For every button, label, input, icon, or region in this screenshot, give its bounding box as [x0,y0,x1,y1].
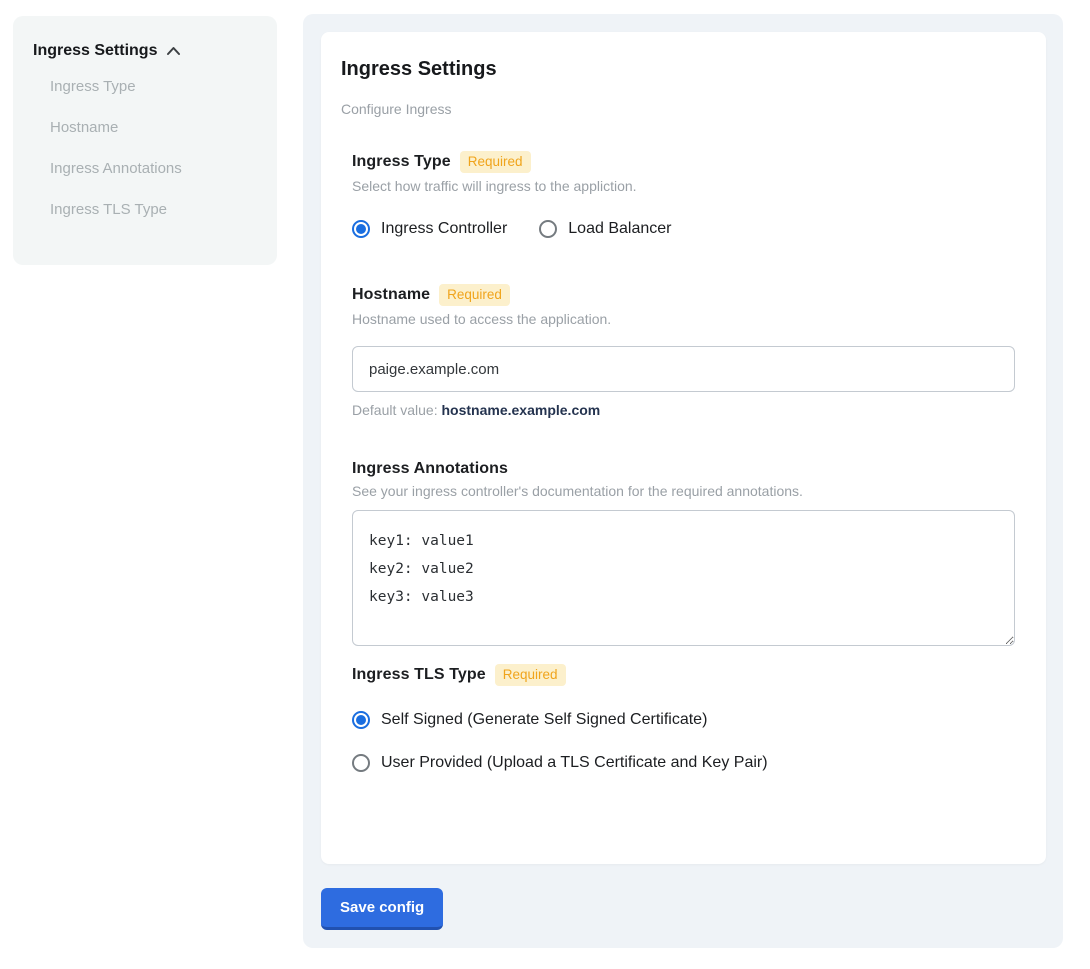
sidebar-item-ingress-tls-type[interactable]: Ingress TLS Type [50,201,277,218]
hostname-help: Hostname used to access the application. [352,311,1015,327]
ingress-type-label: Ingress Type [352,153,451,171]
sidebar-item-hostname[interactable]: Hostname [50,119,277,136]
radio-self-signed[interactable]: Self Signed (Generate Self Signed Certif… [352,711,1015,729]
radio-ingress-controller[interactable]: Ingress Controller [352,220,507,238]
ingress-tls-type-label: Ingress TLS Type [352,666,486,684]
section-ingress-type: Ingress Type Required Select how traffic… [352,151,1015,238]
hostname-input[interactable] [352,346,1015,392]
ingress-settings-card: Ingress Settings Configure Ingress Ingre… [321,32,1046,864]
radio-icon [352,754,370,772]
chevron-up-icon [166,46,181,56]
hostname-default-line: Default value: hostname.example.com [352,402,1015,418]
default-value-text: hostname.example.com [442,402,601,418]
sidebar-item-list: Ingress Type Hostname Ingress Annotation… [50,78,277,218]
sidebar-item-ingress-annotations[interactable]: Ingress Annotations [50,160,277,177]
section-ingress-annotations: Ingress Annotations See your ingress con… [352,460,1015,646]
ingress-tls-radio-group: Self Signed (Generate Self Signed Certif… [352,711,1015,772]
radio-load-balancer[interactable]: Load Balancer [539,220,671,238]
ingress-annotations-label: Ingress Annotations [352,460,508,478]
ingress-type-radio-group: Ingress Controller Load Balancer [352,220,1015,238]
save-config-button[interactable]: Save config [321,888,443,930]
sidebar-section-title: Ingress Settings [33,42,157,60]
page-subtitle: Configure Ingress [341,101,1026,117]
ingress-type-help: Select how traffic will ingress to the a… [352,178,1015,194]
form-sections: Ingress Type Required Select how traffic… [352,151,1015,772]
radio-icon [539,220,557,238]
required-badge: Required [439,284,510,306]
sidebar-section-toggle[interactable]: Ingress Settings [33,42,277,60]
ingress-annotations-textarea[interactable]: key1: value1 key2: value2 key3: value3 [352,510,1015,646]
radio-icon [352,220,370,238]
radio-user-provided[interactable]: User Provided (Upload a TLS Certificate … [352,754,1015,772]
page-title: Ingress Settings [341,58,1026,81]
settings-sidebar: Ingress Settings Ingress Type Hostname I… [13,16,277,265]
hostname-label: Hostname [352,286,430,304]
radio-icon [352,711,370,729]
sidebar-item-ingress-type[interactable]: Ingress Type [50,78,277,95]
ingress-annotations-help: See your ingress controller's documentat… [352,483,1015,499]
settings-panel: Ingress Settings Configure Ingress Ingre… [303,14,1063,948]
default-value-prefix: Default value: [352,402,442,418]
required-badge: Required [495,664,566,686]
section-hostname: Hostname Required Hostname used to acces… [352,284,1015,418]
required-badge: Required [460,151,531,173]
section-ingress-tls-type: Ingress TLS Type Required Self Signed (G… [352,664,1015,772]
